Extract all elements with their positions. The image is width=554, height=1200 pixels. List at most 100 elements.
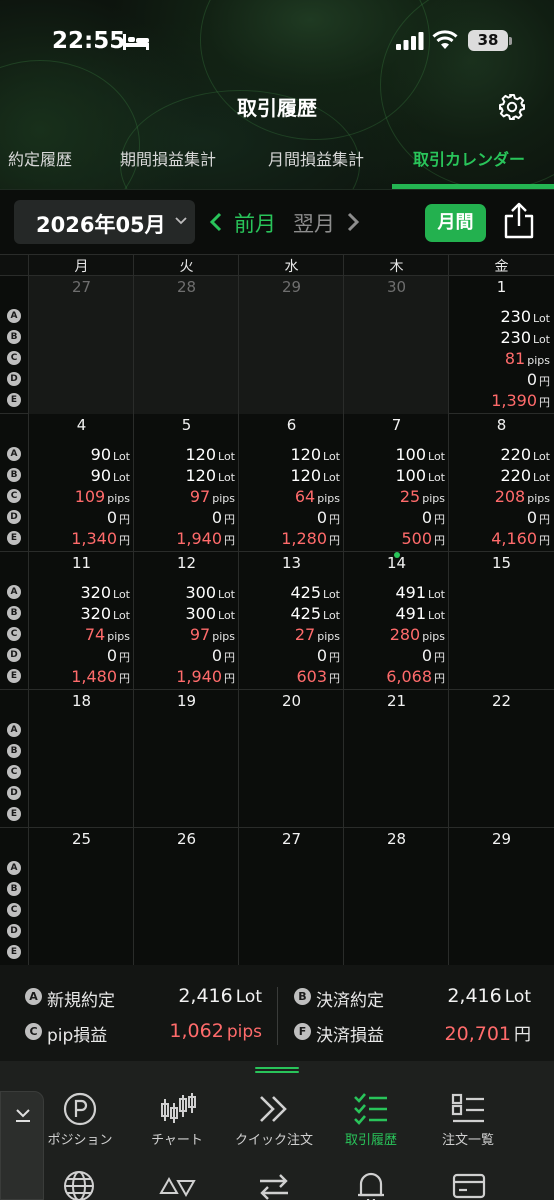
swap-value: 0円 bbox=[421, 508, 445, 527]
day-number: 18 bbox=[71, 692, 92, 710]
monthly-summary-button[interactable]: 月間 bbox=[425, 204, 486, 242]
sleep-focus-icon bbox=[123, 34, 149, 50]
row-key-badge: B bbox=[7, 330, 21, 344]
day-number: 6 bbox=[286, 416, 297, 434]
weekday-mon: 月 bbox=[74, 259, 89, 275]
grid-line bbox=[28, 254, 29, 965]
swap-value: 0円 bbox=[526, 370, 550, 389]
tab-period-pl[interactable]: 期間損益集計 bbox=[120, 146, 216, 170]
nav-order-list-label: 注文一覧 bbox=[441, 1133, 494, 1148]
day-number: 22 bbox=[491, 692, 512, 710]
row-key-badge: D bbox=[7, 510, 21, 524]
new-trades-label: 新規約定 bbox=[47, 991, 115, 1011]
tab-execution-history[interactable]: 約定履歴 bbox=[8, 146, 72, 170]
day-number: 28 bbox=[176, 278, 197, 296]
row-key-badge: C bbox=[25, 1023, 42, 1040]
grid-line bbox=[238, 254, 239, 965]
realized-pl-value: 6,068 円 bbox=[386, 667, 445, 686]
calendar-day[interactable]: 7 100 Lot 100 Lot 25 pips 0 円 500 円 bbox=[344, 414, 449, 552]
pip-pl-value: 27 pips bbox=[294, 625, 340, 644]
closed-lot-value: 425 Lot bbox=[290, 604, 340, 623]
calendar-day[interactable]: 13 425 Lot 425 Lot 27 pips 0 円 603 円 bbox=[239, 552, 344, 690]
row-key-badge: C bbox=[7, 903, 21, 917]
row-key-badge: E bbox=[7, 807, 21, 821]
calendar-day[interactable]: 27 bbox=[239, 828, 344, 966]
globe-icon[interactable] bbox=[62, 1169, 96, 1200]
calendar-day[interactable]: 22 bbox=[449, 690, 554, 828]
calendar-day[interactable]: 21 bbox=[344, 690, 449, 828]
row-key-badge: A bbox=[7, 447, 21, 461]
nav-order-list[interactable]: 注文一覧 bbox=[419, 1091, 517, 1151]
day-number: 19 bbox=[176, 692, 197, 710]
calendar-day[interactable]: 8 220 Lot 220 Lot 208 pips 0 円 4,160 円 bbox=[449, 414, 554, 552]
swap-value: 0円 bbox=[526, 508, 550, 527]
nav-quick-order[interactable]: クイック注文 bbox=[225, 1091, 323, 1151]
calendar-day[interactable]: 18 bbox=[29, 690, 134, 828]
weekday-thu: 木 bbox=[389, 259, 404, 275]
new-lot-value: 220 Lot bbox=[500, 445, 550, 464]
calendar-day[interactable]: 27 bbox=[29, 276, 134, 414]
calendar-day[interactable]: 25 bbox=[29, 828, 134, 966]
bell-icon[interactable] bbox=[354, 1169, 388, 1200]
calendar-day[interactable]: 26 bbox=[134, 828, 239, 966]
swap-value: 0円 bbox=[211, 646, 235, 665]
calendar-day[interactable]: 15 bbox=[449, 552, 554, 690]
calendar-day[interactable]: 1 230 Lot 230 Lot 81 pips 0 円 1,390 円 bbox=[449, 276, 554, 414]
row-key-badge: B bbox=[7, 882, 21, 896]
nav-position[interactable]: ポジション bbox=[31, 1091, 129, 1151]
new-lot-value: 230 Lot bbox=[500, 307, 550, 326]
tab-monthly-pl[interactable]: 月間損益集計 bbox=[268, 146, 364, 170]
calendar-day[interactable]: 5 120 Lot 120 Lot 97 pips 0 円 1,940 円 bbox=[134, 414, 239, 552]
day-number: 27 bbox=[281, 830, 302, 848]
up-down-triangle-icon[interactable] bbox=[158, 1169, 196, 1200]
row-key-badge: B bbox=[7, 606, 21, 620]
share-icon[interactable] bbox=[502, 202, 536, 240]
swap-value: 0円 bbox=[316, 646, 340, 665]
month-selector[interactable]: 2026年05月 bbox=[14, 200, 195, 244]
drag-handle[interactable] bbox=[255, 1067, 299, 1073]
nav-chart[interactable]: チャート bbox=[128, 1091, 226, 1151]
weekday-header: 月 火 水 木 金 bbox=[0, 254, 554, 276]
calendar-day[interactable]: 29 bbox=[449, 828, 554, 966]
calendar-day[interactable]: 12 300 Lot 300 Lot 97 pips 0 円 1,940 円 bbox=[134, 552, 239, 690]
day-number: 25 bbox=[71, 830, 92, 848]
chevron-right-icon bbox=[347, 212, 360, 232]
closed-lot-value: 220 Lot bbox=[500, 466, 550, 485]
grid-line bbox=[448, 254, 449, 965]
swap-arrows-icon[interactable] bbox=[256, 1169, 292, 1200]
weekday-fri: 金 bbox=[494, 259, 509, 275]
calendar-day[interactable]: 30 bbox=[344, 276, 449, 414]
card-icon[interactable] bbox=[451, 1169, 487, 1200]
calendar-day[interactable]: 19 bbox=[134, 690, 239, 828]
cellular-signal-icon bbox=[396, 32, 424, 50]
tab-bar: 約定履歴 期間損益集計 月間損益集計 取引カレンダー bbox=[0, 140, 554, 190]
row-key-badge: A bbox=[7, 861, 21, 875]
nav-quick-order-label: クイック注文 bbox=[234, 1133, 313, 1148]
closed-lot-value: 120 Lot bbox=[290, 466, 340, 485]
calendar-day[interactable]: 14 491 Lot 491 Lot 280 pips 0 円 6,068 円 bbox=[344, 552, 449, 690]
row-key-column: ABCDE bbox=[0, 414, 28, 552]
new-lot-value: 120 Lot bbox=[290, 445, 340, 464]
calendar-day[interactable]: 28 bbox=[134, 276, 239, 414]
calendar-day[interactable]: 20 bbox=[239, 690, 344, 828]
month-label: 2026年05月 bbox=[36, 213, 166, 237]
calendar-day[interactable]: 29 bbox=[239, 276, 344, 414]
closed-lot-value: 320 Lot bbox=[80, 604, 130, 623]
realized-pl-value: 20,701 円 bbox=[444, 1023, 531, 1045]
nav-trade-history[interactable]: 取引履歴 bbox=[322, 1091, 420, 1151]
calendar-day[interactable]: 4 90 Lot 90 Lot 109 pips 0 円 1,340 円 bbox=[29, 414, 134, 552]
row-key-badge: A bbox=[7, 585, 21, 599]
tab-trade-calendar[interactable]: 取引カレンダー bbox=[413, 146, 525, 170]
row-key-column: ABCDE bbox=[0, 828, 28, 966]
calendar-day[interactable]: 6 120 Lot 120 Lot 64 pips 0 円 1,280 円 bbox=[239, 414, 344, 552]
gear-icon[interactable] bbox=[498, 93, 526, 121]
calendar-day[interactable]: 28 bbox=[344, 828, 449, 966]
row-key-badge: D bbox=[7, 786, 21, 800]
day-number: 5 bbox=[181, 416, 192, 434]
order-list-icon bbox=[451, 1093, 484, 1123]
row-key-badge: D bbox=[7, 372, 21, 386]
bottom-navigation: ポジション チャート クイック注文 取引履歴 注文一覧 bbox=[0, 1061, 554, 1200]
calendar-day[interactable]: 11 320 Lot 320 Lot 74 pips 0 円 1,480 円 bbox=[29, 552, 134, 690]
row-key-column: ABCDE bbox=[0, 552, 28, 690]
checklist-icon bbox=[354, 1093, 387, 1125]
